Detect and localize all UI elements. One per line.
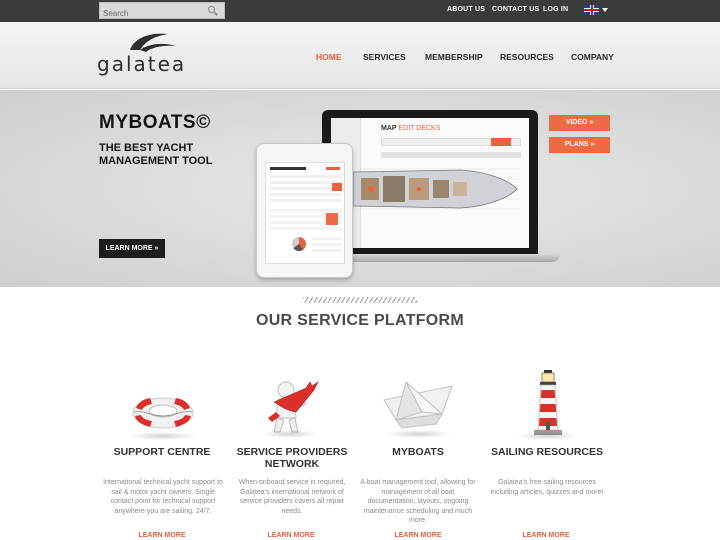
lifebuoy-shadow bbox=[128, 432, 198, 440]
top-bar: ABOUT US CONTACT US LOG IN bbox=[0, 0, 720, 22]
myboats-learn-more-link[interactable]: LEARN MORE bbox=[378, 532, 458, 539]
logo-text: galatea bbox=[97, 52, 187, 76]
support-centre-learn-more-link[interactable]: LEARN MORE bbox=[122, 532, 202, 539]
providers-network-learn-more-link[interactable]: LEARN MORE bbox=[251, 532, 331, 539]
tablet-pie-chart-icon bbox=[292, 237, 306, 251]
service-text-myboats: A boat management tool, allowing for man… bbox=[360, 479, 476, 524]
contact-us-link[interactable]: CONTACT US bbox=[492, 6, 539, 13]
tablet-legend bbox=[312, 237, 342, 255]
app-tab-strip bbox=[381, 152, 521, 158]
language-caret-icon[interactable] bbox=[602, 8, 608, 12]
nav-services[interactable]: SERVICES bbox=[363, 52, 406, 62]
section-title: OUR SERVICE PLATFORM bbox=[255, 312, 465, 329]
paper-boat-shadow bbox=[386, 430, 452, 438]
nav-home[interactable]: HOME bbox=[316, 52, 342, 62]
tablet-highlight bbox=[332, 183, 342, 191]
service-text-sailing-resources: Galatea's free sailing resources includi… bbox=[490, 479, 604, 496]
service-title-providers-network: SERVICE PROVIDERS NETWORK bbox=[236, 446, 348, 470]
lighthouse-icon bbox=[534, 370, 562, 435]
nav-membership[interactable]: MEMBERSHIP bbox=[425, 52, 483, 62]
section-divider bbox=[303, 297, 417, 303]
boat-deck-plan-icon bbox=[341, 168, 521, 210]
search-box[interactable] bbox=[99, 2, 225, 21]
plans-button[interactable]: PLANS » bbox=[549, 137, 610, 153]
screen-map-title: MAP EDIT DECKS bbox=[381, 125, 441, 132]
lifebuoy-icon bbox=[132, 397, 194, 429]
tablet-screen-content bbox=[265, 162, 345, 264]
service-text-providers-network: When onboard service is required, Galate… bbox=[238, 479, 346, 515]
wrench-figure-icon bbox=[268, 381, 319, 433]
tablet-chart-block bbox=[326, 213, 338, 225]
nav-company[interactable]: COMPANY bbox=[571, 52, 614, 62]
nav-resources[interactable]: RESOURCES bbox=[500, 52, 554, 62]
sailing-resources-learn-more-link[interactable]: LEARN MORE bbox=[506, 532, 586, 539]
wrench-figure-shadow bbox=[262, 430, 318, 438]
hero-subtitle: THE BEST YACHT MANAGEMENT TOOL bbox=[99, 142, 213, 167]
search-input[interactable] bbox=[100, 6, 224, 21]
about-us-link[interactable]: ABOUT US bbox=[447, 6, 485, 13]
service-title-sailing-resources: SAILING RESOURCES bbox=[490, 446, 603, 458]
laptop-screen-content: MAP EDIT DECKS bbox=[331, 118, 529, 248]
hero-learn-more-button[interactable]: LEARN MORE » bbox=[99, 239, 165, 258]
service-title-support-centre: SUPPORT CENTRE bbox=[113, 446, 211, 458]
galatea-logo[interactable]: galatea bbox=[97, 30, 192, 78]
service-title-myboats: MYBOATS bbox=[392, 446, 444, 458]
logo-sail-icon bbox=[130, 33, 176, 52]
app-action-button bbox=[491, 138, 511, 146]
tablet-app-accent bbox=[326, 167, 340, 170]
search-icon[interactable] bbox=[208, 6, 215, 13]
service-text-support-centre: International technical yacht support to… bbox=[103, 479, 223, 515]
uk-flag-icon[interactable] bbox=[584, 5, 599, 15]
paper-boat-icon bbox=[383, 380, 453, 429]
lighthouse-shadow bbox=[516, 432, 578, 440]
hero-title: MYBOATS© bbox=[99, 112, 211, 133]
tablet-app-title bbox=[270, 167, 306, 170]
video-button[interactable]: VIDEO » bbox=[549, 115, 610, 131]
log-in-link[interactable]: LOG IN bbox=[543, 6, 568, 13]
